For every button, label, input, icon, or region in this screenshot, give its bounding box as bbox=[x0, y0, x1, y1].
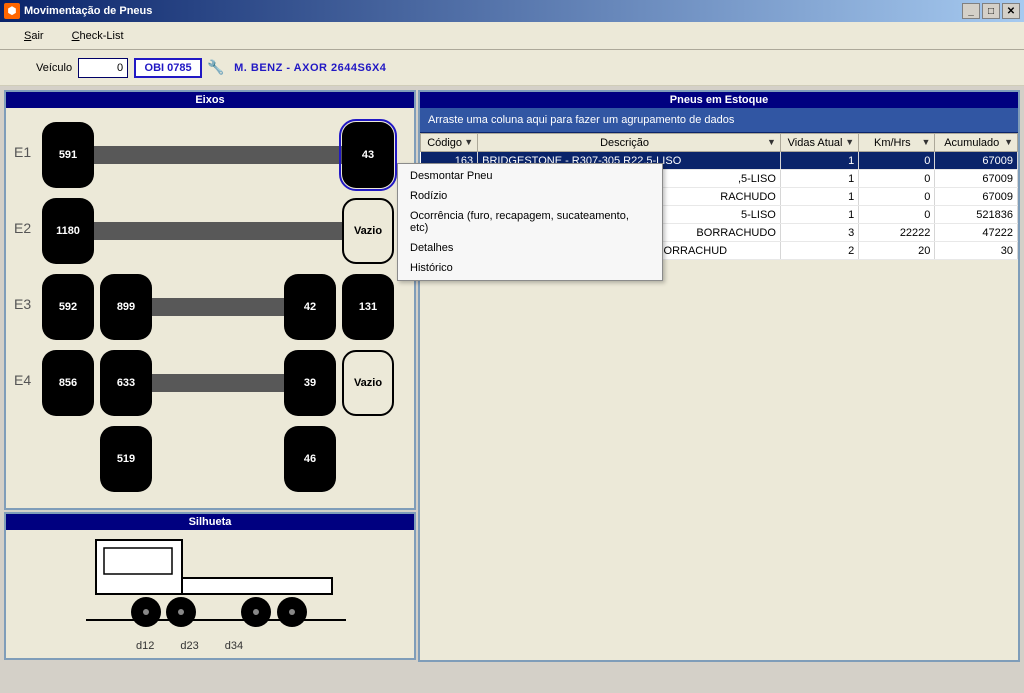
axle-bar-e2 bbox=[90, 222, 342, 240]
filter-icon[interactable]: ▼ bbox=[464, 137, 473, 147]
col-acumulado[interactable]: Acumulado▼ bbox=[935, 134, 1018, 152]
filter-icon[interactable]: ▼ bbox=[767, 137, 776, 147]
dim-d23: d23 bbox=[180, 640, 198, 652]
silhouette-canvas: d12 d23 d34 bbox=[6, 530, 414, 656]
vehicle-label: Veículo bbox=[36, 62, 72, 74]
tire-context-menu: Desmontar Pneu Rodízio Ocorrência (furo,… bbox=[397, 163, 663, 281]
dim-d34: d34 bbox=[225, 640, 243, 652]
truck-icon bbox=[86, 534, 346, 634]
menu-checklist[interactable]: Check-List bbox=[72, 30, 124, 42]
filter-icon[interactable]: ▼ bbox=[1004, 137, 1013, 147]
tire-e2-left[interactable]: 1180 bbox=[42, 198, 94, 264]
tire-e3-l1[interactable]: 592 bbox=[42, 274, 94, 340]
silhouette-panel: Silhueta d12 d bbox=[4, 512, 416, 660]
dim-d12: d12 bbox=[136, 640, 154, 652]
window-titlebar: ⬢ Movimentação de Pneus _ □ ✕ bbox=[0, 0, 1024, 22]
close-button[interactable]: ✕ bbox=[1002, 3, 1020, 19]
ctx-desmontar[interactable]: Desmontar Pneu bbox=[400, 166, 660, 186]
silhouette-dimensions: d12 d23 d34 bbox=[136, 640, 243, 652]
tire-e3-r2[interactable]: 131 bbox=[342, 274, 394, 340]
ctx-ocorrencia[interactable]: Ocorrência (furo, recapagem, sucateament… bbox=[400, 206, 660, 238]
axle-bar-e3 bbox=[144, 298, 288, 316]
ctx-historico[interactable]: Histórico bbox=[400, 258, 660, 278]
axles-area: E1 591 43 E2 1180 Vazio E3 592 899 42 13… bbox=[6, 108, 414, 506]
col-vidas[interactable]: Vidas Atual▼ bbox=[780, 134, 858, 152]
menu-sair[interactable]: Sair bbox=[24, 30, 44, 42]
tire-spare-1[interactable]: 519 bbox=[100, 426, 152, 492]
tire-e4-r2-empty[interactable]: Vazio bbox=[342, 350, 394, 416]
col-descricao[interactable]: Descrição▼ bbox=[478, 134, 781, 152]
stock-panel-title: Pneus em Estoque bbox=[420, 92, 1018, 108]
filter-icon[interactable]: ▼ bbox=[921, 137, 930, 147]
tire-e4-r1[interactable]: 39 bbox=[284, 350, 336, 416]
vehicle-description: M. BENZ - AXOR 2644S6X4 bbox=[234, 62, 386, 74]
silhouette-panel-title: Silhueta bbox=[6, 514, 414, 530]
col-codigo[interactable]: Código▼ bbox=[421, 134, 478, 152]
filter-icon[interactable]: ▼ bbox=[845, 137, 854, 147]
tire-e4-l1[interactable]: 856 bbox=[42, 350, 94, 416]
axle-label-e1: E1 bbox=[14, 144, 31, 160]
axles-panel: Eixos E1 591 43 E2 1180 Vazio E3 592 899… bbox=[4, 90, 416, 510]
vehicle-number-input[interactable] bbox=[78, 58, 128, 78]
tire-e1-right[interactable]: 43 bbox=[342, 122, 394, 188]
axle-label-e4: E4 bbox=[14, 372, 31, 388]
tire-e2-right-empty[interactable]: Vazio bbox=[342, 198, 394, 264]
ctx-rodizio[interactable]: Rodízio bbox=[400, 186, 660, 206]
tire-e3-l2[interactable]: 899 bbox=[100, 274, 152, 340]
tire-e4-l2[interactable]: 633 bbox=[100, 350, 152, 416]
tire-e1-left[interactable]: 591 bbox=[42, 122, 94, 188]
axle-bar-e1 bbox=[90, 146, 342, 164]
left-column: Eixos E1 591 43 E2 1180 Vazio E3 592 899… bbox=[4, 90, 416, 662]
content-area: Eixos E1 591 43 E2 1180 Vazio E3 592 899… bbox=[0, 86, 1024, 666]
app-icon: ⬢ bbox=[4, 3, 20, 19]
ctx-detalhes[interactable]: Detalhes bbox=[400, 238, 660, 258]
axle-label-e3: E3 bbox=[14, 296, 31, 312]
axle-label-e2: E2 bbox=[14, 220, 31, 236]
minimize-button[interactable]: _ bbox=[962, 3, 980, 19]
window-title: Movimentação de Pneus bbox=[24, 5, 962, 17]
stock-group-hint[interactable]: Arraste uma coluna aqui para fazer um ag… bbox=[420, 108, 1018, 133]
tire-e3-r1[interactable]: 42 bbox=[284, 274, 336, 340]
axle-bar-e4 bbox=[144, 374, 288, 392]
menu-bar: Sair Check-List bbox=[0, 22, 1024, 50]
col-kmhrs[interactable]: Km/Hrs▼ bbox=[859, 134, 935, 152]
vehicle-plate-input[interactable] bbox=[134, 58, 202, 78]
tire-spare-2[interactable]: 46 bbox=[284, 426, 336, 492]
wrench-icon[interactable]: 🔧 bbox=[208, 60, 224, 76]
window-buttons: _ □ ✕ bbox=[962, 3, 1020, 19]
axles-panel-title: Eixos bbox=[6, 92, 414, 108]
vehicle-toolbar: Veículo 🔧 M. BENZ - AXOR 2644S6X4 bbox=[0, 50, 1024, 86]
maximize-button[interactable]: □ bbox=[982, 3, 1000, 19]
